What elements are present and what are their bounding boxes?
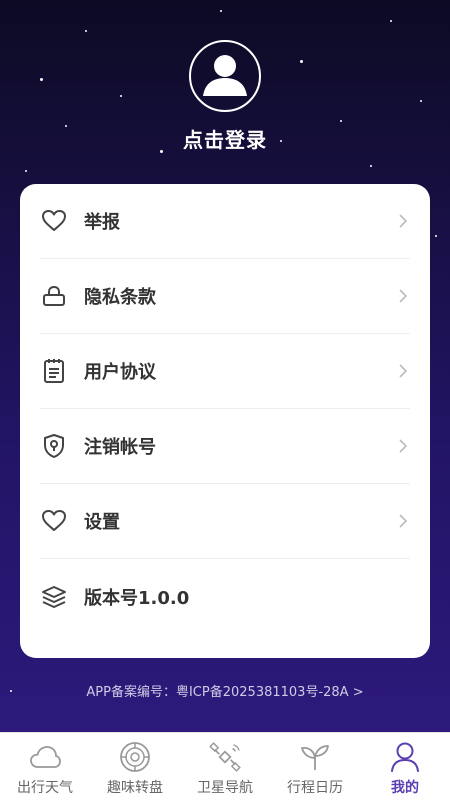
tab-label: 行程日历 — [287, 780, 343, 796]
chevron-right-icon — [396, 439, 410, 453]
user-avatar-icon — [199, 48, 251, 104]
cloud-icon — [29, 741, 61, 773]
user-icon — [389, 741, 421, 773]
tab-spinner[interactable]: 趣味转盘 — [90, 733, 180, 800]
chevron-right-icon — [396, 514, 410, 528]
lock-icon — [40, 282, 68, 310]
menu-item-label: 注销帐号 — [84, 437, 156, 458]
menu-item-label: 举报 — [84, 212, 120, 233]
tab-label: 卫星导航 — [197, 780, 253, 796]
version-label: 版本号1.0.0 — [84, 587, 190, 609]
settings-menu-card: 举报 隐私条款 用户协议 注销帐号 设置 版本号1.0.0 — [20, 184, 430, 658]
tab-label: 趣味转盘 — [107, 780, 163, 796]
heart-icon — [40, 507, 68, 535]
chevron-right-icon — [396, 214, 410, 228]
chevron-right-icon — [396, 364, 410, 378]
menu-item-label: 隐私条款 — [84, 287, 156, 308]
menu-item-version: 版本号1.0.0 — [40, 559, 410, 634]
menu-item-delete-account[interactable]: 注销帐号 — [40, 409, 410, 484]
spinner-icon — [119, 741, 151, 773]
avatar[interactable] — [189, 40, 261, 112]
tab-itinerary-calendar[interactable]: 行程日历 — [270, 733, 360, 800]
sprout-icon — [299, 741, 331, 773]
menu-item-user-agreement[interactable]: 用户协议 — [40, 334, 410, 409]
menu-item-report[interactable]: 举报 — [40, 184, 410, 259]
shield-icon — [40, 432, 68, 460]
menu-item-label: 用户协议 — [84, 362, 156, 383]
bottom-tab-bar: 出行天气 趣味转盘 卫星导航 行程日历 我的 — [0, 732, 450, 800]
tab-label: 出行天气 — [17, 780, 73, 796]
satellite-icon — [209, 741, 241, 773]
clipboard-icon — [40, 357, 68, 385]
heart-icon — [40, 207, 68, 235]
icp-filing-link[interactable]: APP备案编号：粤ICP备2025381103号-28A > — [0, 681, 450, 700]
tab-weather[interactable]: 出行天气 — [0, 733, 90, 800]
menu-item-privacy[interactable]: 隐私条款 — [40, 259, 410, 334]
login-prompt[interactable]: 点击登录 — [0, 124, 450, 153]
menu-item-settings[interactable]: 设置 — [40, 484, 410, 559]
menu-item-label: 设置 — [84, 512, 120, 533]
tab-label: 我的 — [391, 780, 419, 796]
layers-icon — [40, 583, 68, 611]
chevron-right-icon — [396, 289, 410, 303]
tab-mine[interactable]: 我的 — [360, 733, 450, 800]
tab-satellite-nav[interactable]: 卫星导航 — [180, 733, 270, 800]
